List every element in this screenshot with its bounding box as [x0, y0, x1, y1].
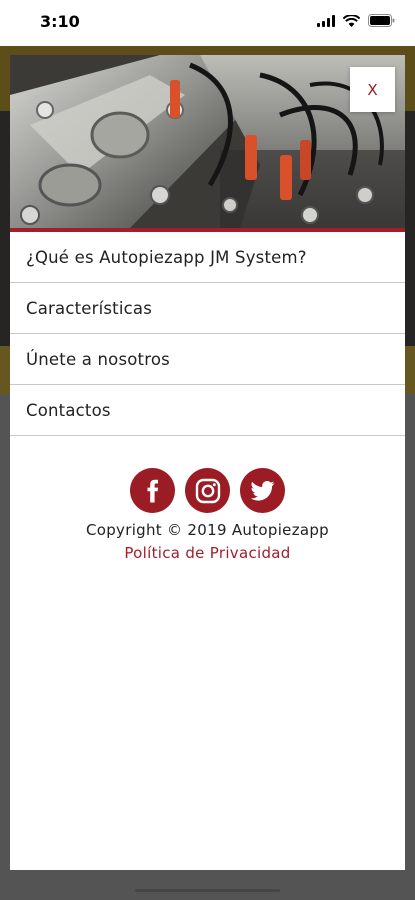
menu-item-about[interactable]: ¿Qué es Autopiezapp JM System?	[10, 232, 405, 283]
main-menu: ¿Qué es Autopiezapp JM System? Caracterí…	[10, 232, 405, 436]
status-bar: 3:10	[0, 0, 415, 46]
menu-item-features[interactable]: Características	[10, 283, 405, 334]
social-links	[10, 468, 405, 513]
facebook-button[interactable]	[130, 468, 175, 513]
copyright-text: Copyright © 2019 Autopiezapp	[85, 521, 330, 539]
menu-item-join-us[interactable]: Únete a nosotros	[10, 334, 405, 385]
facebook-icon	[147, 479, 158, 502]
close-button[interactable]: X	[350, 67, 395, 112]
wifi-icon	[343, 14, 360, 27]
status-icons	[317, 14, 395, 27]
home-indicator	[135, 889, 280, 892]
instagram-button[interactable]	[185, 468, 230, 513]
cellular-signal-icon	[317, 14, 335, 27]
instagram-icon	[195, 478, 220, 503]
status-time: 3:10	[40, 12, 80, 31]
privacy-policy-link[interactable]: Política de Privacidad	[10, 544, 405, 562]
twitter-icon	[250, 480, 274, 501]
engine-photo	[10, 55, 405, 228]
engine-hero-image: X	[10, 55, 405, 228]
menu-item-contacts[interactable]: Contactos	[10, 385, 405, 436]
twitter-button[interactable]	[240, 468, 285, 513]
battery-icon	[368, 14, 395, 27]
menu-modal: X ¿Qué es Autopiezapp JM System? Caracte…	[10, 55, 405, 870]
